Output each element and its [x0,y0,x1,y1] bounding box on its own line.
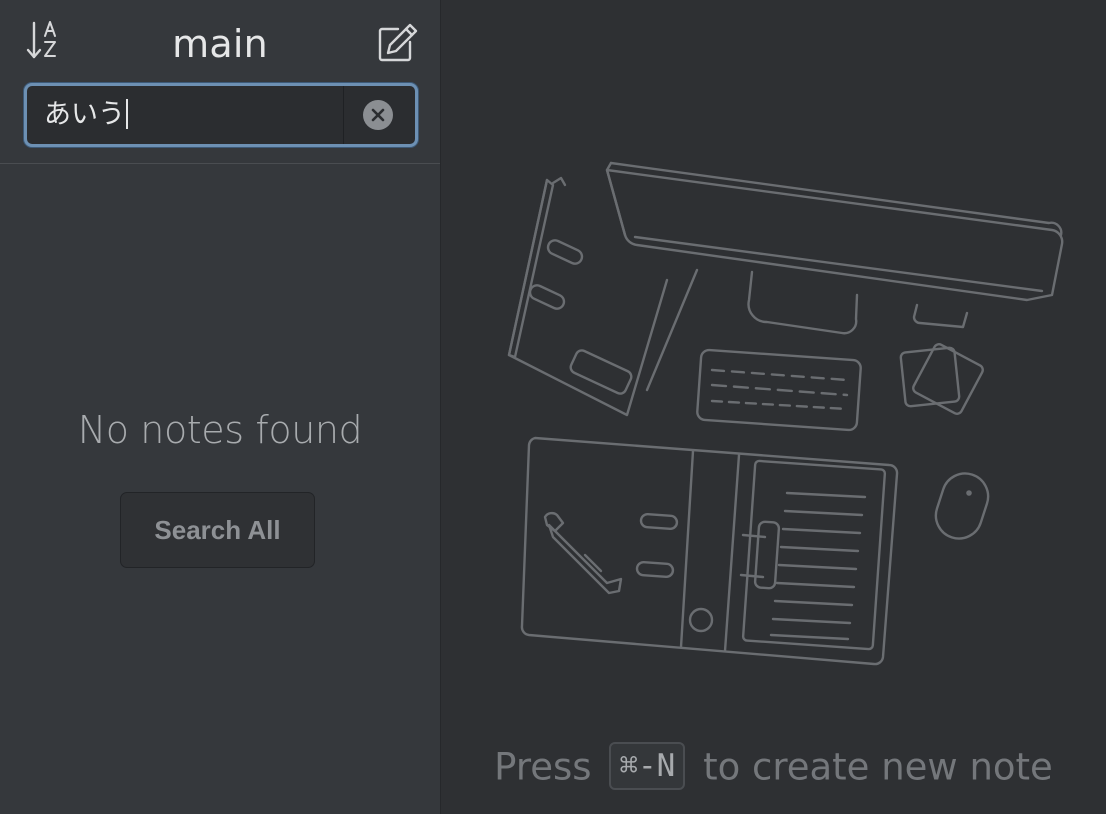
sidebar: main あいう No notes found Search All [0,0,441,814]
empty-state: No notes found [0,408,440,452]
no-notes-message: No notes found [77,408,363,452]
keyboard-shortcut: ⌘-N [609,742,686,790]
clear-search-icon[interactable] [363,100,393,130]
search-all-button[interactable]: Search All [120,492,315,568]
search-input[interactable]: あいう [27,86,345,144]
text-caret [126,98,128,129]
editor-pane: Press ⌘-N to create new note [441,0,1106,814]
search-input-value: あいう [44,99,125,130]
hint-suffix: to create new note [703,745,1053,789]
desk-illustration [507,161,1064,666]
new-note-icon[interactable] [376,22,420,64]
new-note-hint: Press ⌘-N to create new note [441,742,1106,793]
notebook-title: main [172,22,268,66]
search-box: あいう [24,83,418,147]
hint-prefix: Press [494,745,592,789]
search-divider [343,86,344,144]
app-window: main あいう No notes found Search All Press… [0,0,1106,814]
sidebar-header: main あいう [0,0,440,164]
